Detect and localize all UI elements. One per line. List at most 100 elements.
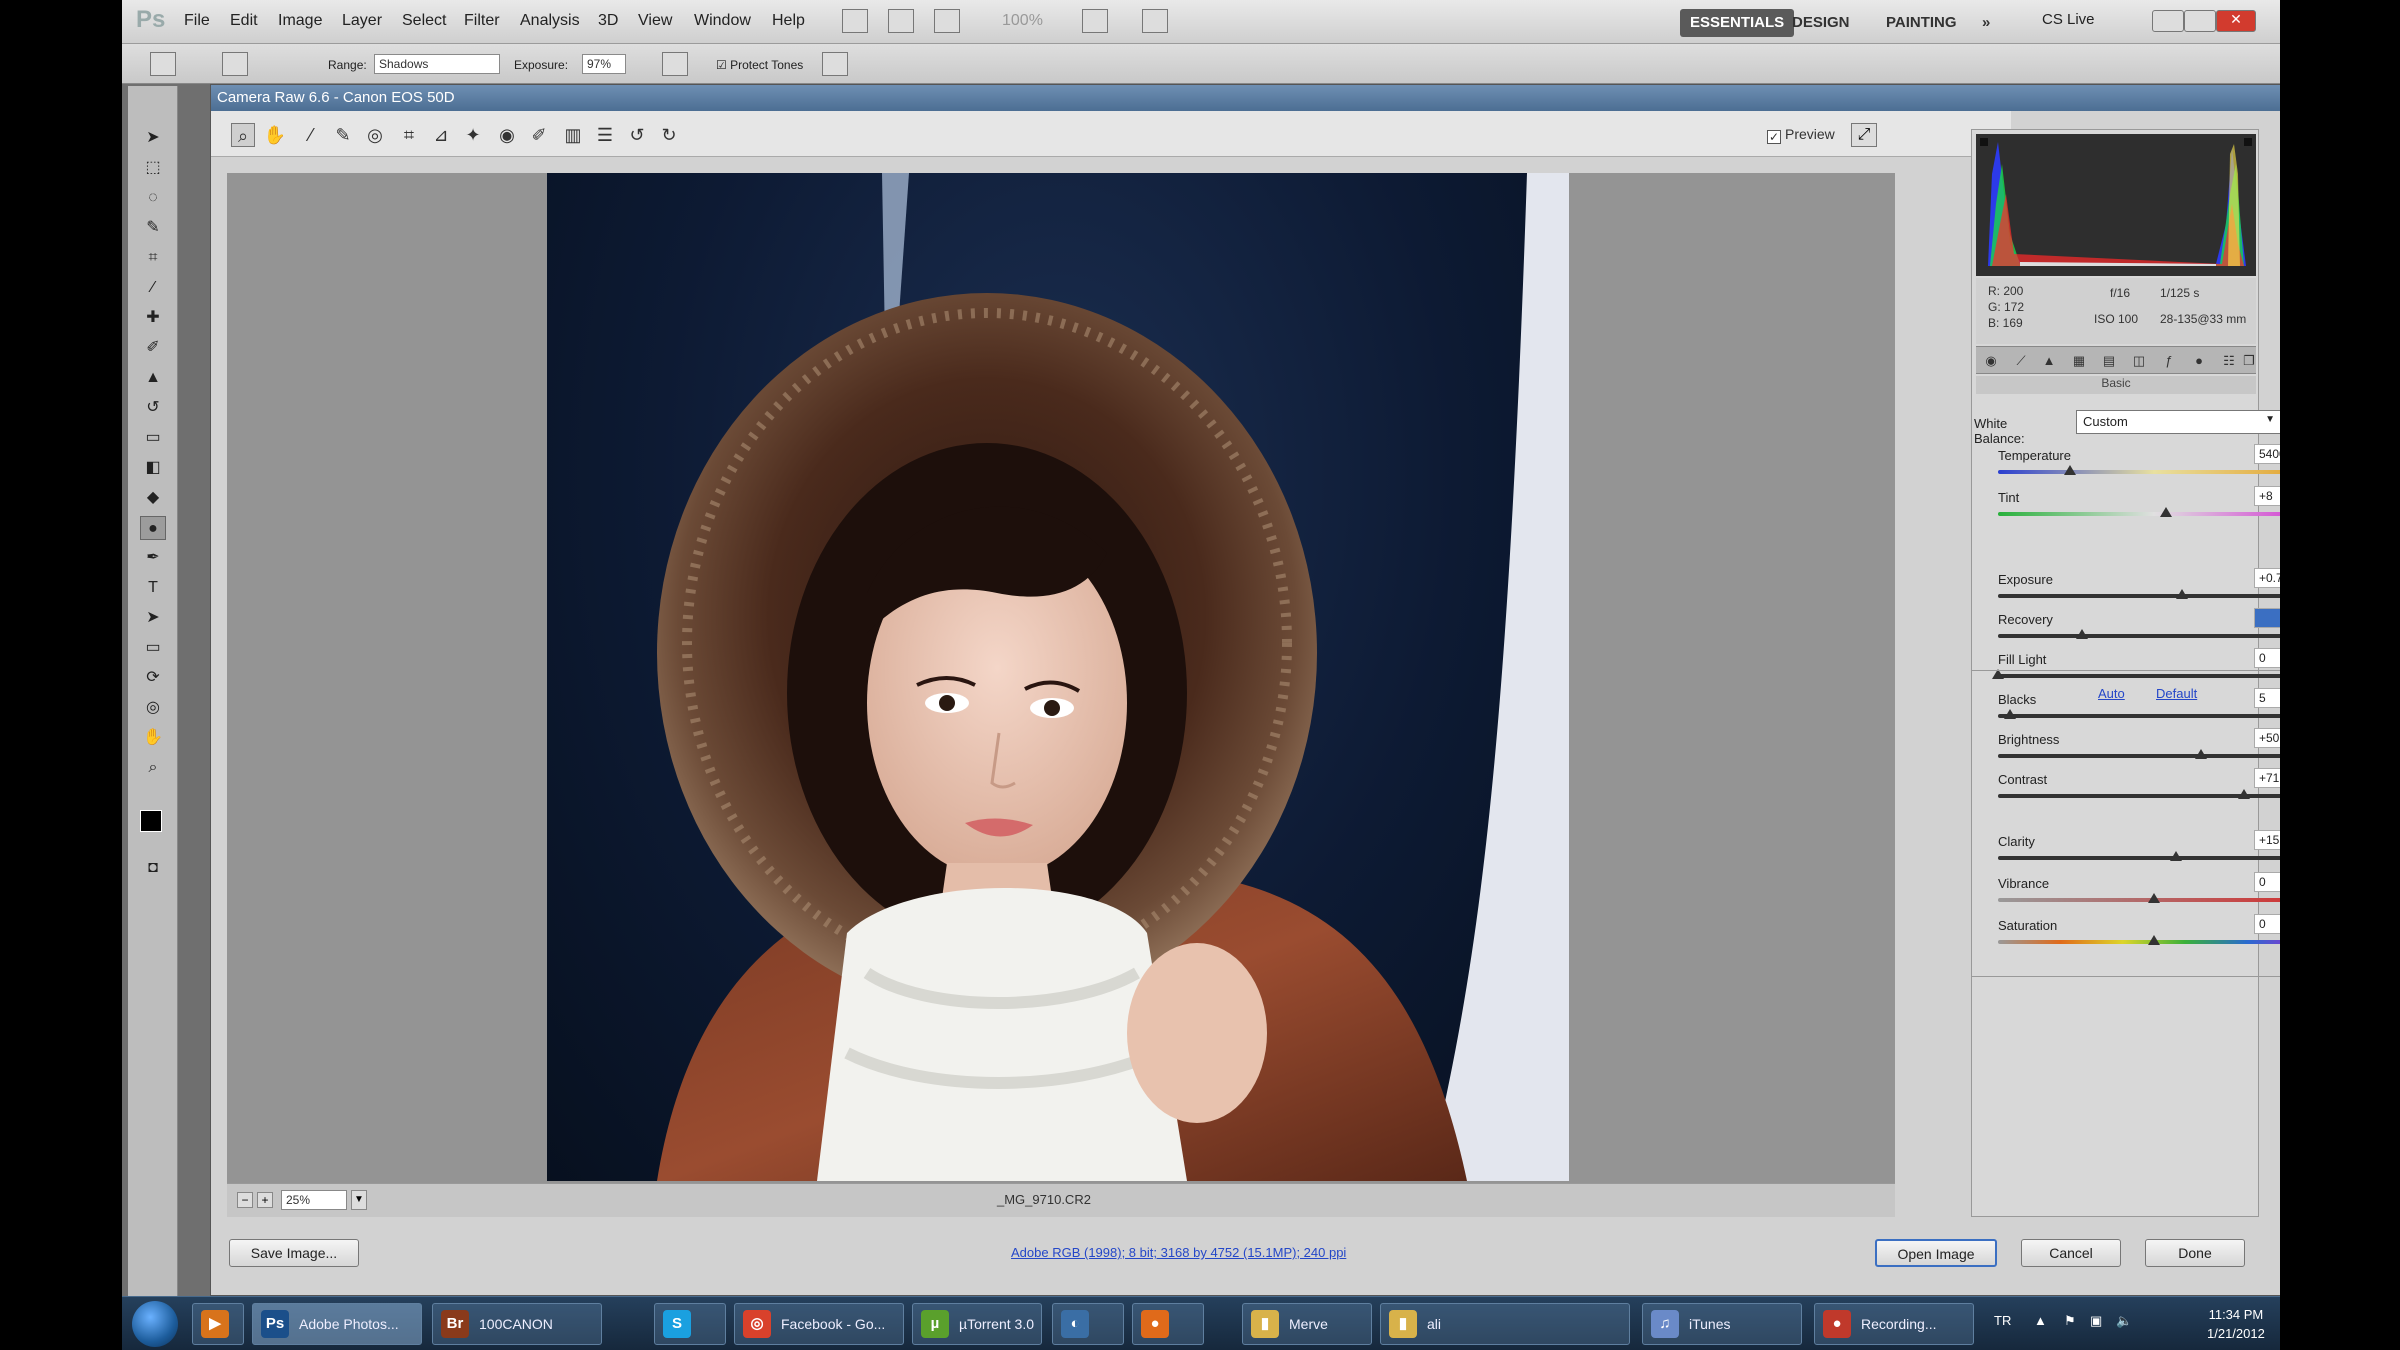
- workspace-design[interactable]: DESIGN: [1782, 9, 1860, 37]
- slider-recovery[interactable]: Recovery: [1998, 608, 2280, 646]
- media-player-task[interactable]: ▶: [192, 1303, 244, 1345]
- bridge-icon[interactable]: [842, 9, 868, 33]
- zoom-in-button[interactable]: +: [257, 1192, 273, 1208]
- save-image-button[interactable]: Save Image...: [229, 1239, 359, 1267]
- language-indicator[interactable]: TR: [1994, 1313, 2011, 1328]
- slider-exposure[interactable]: Exposure +0.70: [1998, 568, 2280, 606]
- hand-icon[interactable]: ✋: [263, 123, 287, 147]
- preferences-icon[interactable]: ☰: [593, 123, 617, 147]
- color-sampler-icon[interactable]: ✎: [331, 123, 355, 147]
- start-button[interactable]: [132, 1301, 178, 1347]
- slider-thumb[interactable]: [2076, 629, 2089, 639]
- slider-saturation[interactable]: Saturation 0: [1998, 914, 2280, 952]
- rotate-right-icon[interactable]: ↻: [657, 123, 681, 147]
- move-tool-icon[interactable]: ➤: [140, 126, 166, 150]
- tab-basic-icon[interactable]: ◉: [1982, 352, 2000, 370]
- restore-button[interactable]: [2184, 10, 2216, 32]
- arrange-documents-icon[interactable]: [1082, 9, 1108, 33]
- pen-tool-icon[interactable]: ✒: [140, 546, 166, 570]
- lasso-tool-icon[interactable]: ◌: [140, 186, 166, 210]
- white-balance-icon[interactable]: ⁄: [299, 123, 323, 147]
- done-button[interactable]: Done: [2145, 1239, 2245, 1267]
- menu-edit[interactable]: Edit: [230, 12, 258, 30]
- menu-analysis[interactable]: Analysis: [520, 12, 580, 30]
- tab-presets-icon[interactable]: ☷: [2220, 352, 2238, 370]
- screen-mode-icon[interactable]: [1142, 9, 1168, 33]
- tab-effects-icon[interactable]: ƒ: [2160, 352, 2178, 370]
- taskbar-item[interactable]: ●: [1132, 1303, 1204, 1345]
- slider-track[interactable]: [1998, 898, 2280, 902]
- menu-file[interactable]: File: [184, 12, 210, 30]
- slider-track[interactable]: [1998, 470, 2280, 474]
- brush-size-icon[interactable]: [222, 52, 248, 76]
- slider-vibrance[interactable]: Vibrance 0: [1998, 872, 2280, 910]
- network-icon[interactable]: ▣: [2090, 1313, 2102, 1329]
- slider-track[interactable]: [1998, 714, 2280, 718]
- slider-thumb[interactable]: [2176, 589, 2189, 599]
- menu-view[interactable]: View: [638, 12, 672, 30]
- slider-track[interactable]: [1998, 940, 2280, 944]
- targeted-adjustment-icon[interactable]: ◎: [363, 123, 387, 147]
- tool-preset-icon[interactable]: [150, 52, 176, 76]
- slider-thumb[interactable]: [2169, 851, 2182, 861]
- slider-thumb[interactable]: [2148, 935, 2160, 945]
- slider-value-input[interactable]: +8: [2254, 486, 2280, 506]
- menu-3d[interactable]: 3D: [598, 12, 618, 30]
- airbrush-icon[interactable]: [662, 52, 688, 76]
- slider-brightness[interactable]: Brightness +50: [1998, 728, 2280, 766]
- blur-tool-icon[interactable]: ◆: [140, 486, 166, 510]
- preview-toggle[interactable]: ✓ Preview: [1767, 126, 1835, 144]
- slider-value-input[interactable]: 0: [2254, 914, 2280, 934]
- slider-contrast[interactable]: Contrast +71: [1998, 768, 2280, 806]
- menu-window[interactable]: Window: [694, 12, 751, 30]
- slider-track[interactable]: [1998, 594, 2280, 598]
- slider-thumb[interactable]: [2004, 709, 2017, 719]
- hand-tool-icon[interactable]: ✋: [140, 726, 166, 750]
- spot-removal-icon[interactable]: ✦: [461, 123, 485, 147]
- taskbar-item[interactable]: Br 100CANON: [432, 1303, 602, 1345]
- preview-checkbox[interactable]: ✓: [1767, 130, 1781, 144]
- slider-clarity[interactable]: Clarity +15: [1998, 830, 2280, 868]
- red-eye-icon[interactable]: ◉: [495, 123, 519, 147]
- type-tool-icon[interactable]: T: [140, 576, 166, 600]
- healing-tool-icon[interactable]: ✚: [140, 306, 166, 330]
- tab-hsl-icon[interactable]: ▦: [2070, 352, 2088, 370]
- crop-icon[interactable]: ⌗: [397, 123, 421, 147]
- zoom-tool-icon[interactable]: ⌕: [140, 756, 166, 780]
- cancel-button[interactable]: Cancel: [2021, 1239, 2121, 1267]
- auto-link[interactable]: Auto: [2098, 686, 2125, 701]
- taskbar-item[interactable]: ● Recording...: [1814, 1303, 1974, 1345]
- slider-blacks[interactable]: Blacks 5: [1998, 688, 2280, 726]
- marquee-tool-icon[interactable]: ⬚: [140, 156, 166, 180]
- minimize-button[interactable]: [2152, 10, 2184, 32]
- 3d-orbit-tool-icon[interactable]: ◎: [140, 696, 166, 720]
- slider-track[interactable]: [1998, 674, 2280, 678]
- menu-select[interactable]: Select: [402, 12, 446, 30]
- eraser-tool-icon[interactable]: ▭: [140, 426, 166, 450]
- path-select-tool-icon[interactable]: ➤: [140, 606, 166, 630]
- slider-value-input[interactable]: +0.70: [2254, 568, 2280, 588]
- straighten-icon[interactable]: ⊿: [429, 123, 453, 147]
- rotate-left-icon[interactable]: ↺: [625, 123, 649, 147]
- slider-thumb[interactable]: [2160, 507, 2173, 517]
- workflow-options-link[interactable]: Adobe RGB (1998); 8 bit; 3168 by 4752 (1…: [1011, 1245, 1346, 1260]
- clone-stamp-tool-icon[interactable]: ▲: [140, 366, 166, 390]
- fullscreen-icon[interactable]: ⤢: [1851, 123, 1877, 147]
- default-link[interactable]: Default: [2156, 686, 2197, 701]
- slider-value-input[interactable]: 5: [2254, 688, 2280, 708]
- slider-thumb[interactable]: [2063, 465, 2076, 475]
- taskbar-item[interactable]: ▮ Merve: [1242, 1303, 1372, 1345]
- taskbar-item[interactable]: ♫ iTunes: [1642, 1303, 1802, 1345]
- slider-value-input[interactable]: +50: [2254, 728, 2280, 748]
- taskbar-item[interactable]: µ µTorrent 3.0: [912, 1303, 1042, 1345]
- workspace-painting[interactable]: PAINTING: [1876, 9, 1967, 37]
- slider-value-input[interactable]: 0: [2254, 648, 2280, 668]
- tab-detail-icon[interactable]: ▲: [2040, 352, 2058, 370]
- menu-layer[interactable]: Layer: [342, 12, 382, 30]
- volume-icon[interactable]: 🔈: [2116, 1313, 2132, 1329]
- history-brush-tool-icon[interactable]: ↺: [140, 396, 166, 420]
- slider-track[interactable]: [1998, 754, 2280, 758]
- eyedropper-tool-icon[interactable]: ⁄: [140, 276, 166, 300]
- tab-tone-curve-icon[interactable]: ⟋: [2012, 352, 2030, 370]
- taskbar-item[interactable]: S: [654, 1303, 726, 1345]
